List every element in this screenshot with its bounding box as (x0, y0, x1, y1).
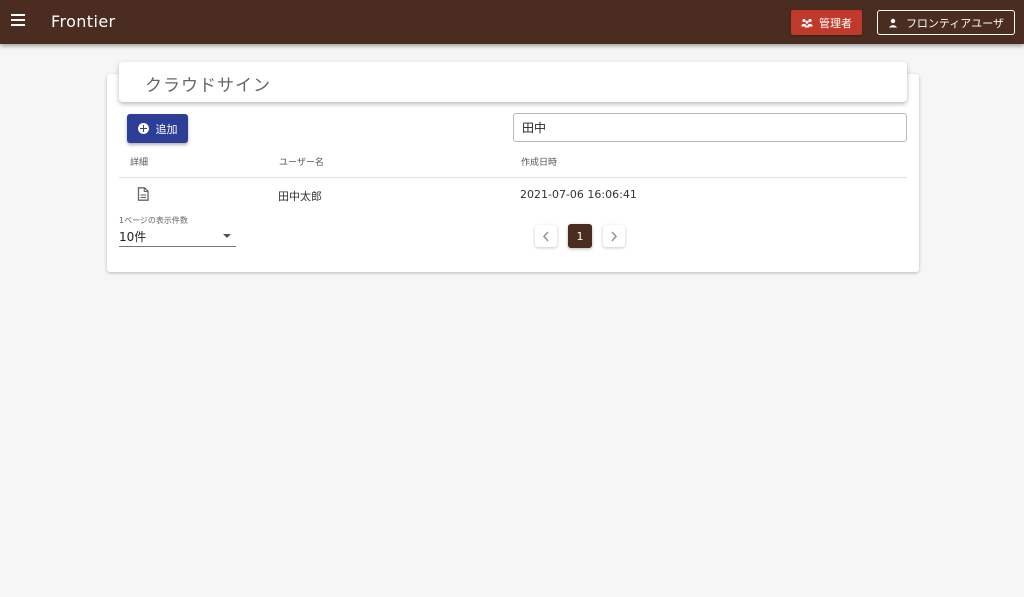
page-title: クラウドサイン (145, 76, 271, 96)
card-header: クラウドサイン (119, 62, 907, 102)
app-bar: Frontier 管理者 フロンティアユーザ (0, 0, 1024, 44)
column-header-detail: 詳細 (130, 158, 149, 168)
chevron-right-icon (611, 230, 618, 242)
column-header-username: ユーザー名 (279, 158, 324, 168)
per-page-value: 10件 (119, 230, 147, 244)
chevron-left-icon (542, 230, 549, 242)
per-page-label: 1ページの表示件数 (119, 216, 188, 225)
admin-label: 管理者 (819, 16, 852, 30)
app-title: Frontier (51, 12, 116, 31)
table-divider (119, 177, 907, 178)
admin-button[interactable]: 管理者 (791, 10, 862, 35)
document-icon[interactable] (137, 187, 149, 201)
cell-username: 田中太郎 (278, 190, 322, 203)
page-button-current[interactable]: 1 (568, 224, 592, 248)
user-button[interactable]: フロンティアユーザ (877, 10, 1015, 35)
user-label: フロンティアユーザ (905, 16, 1005, 30)
next-page-button[interactable] (603, 225, 625, 247)
search-input[interactable] (513, 113, 907, 142)
column-header-created: 作成日時 (521, 158, 558, 168)
person-icon (888, 18, 898, 27)
menu-icon[interactable] (11, 14, 27, 28)
group-icon (801, 18, 813, 27)
previous-page-button[interactable] (535, 225, 557, 247)
cell-created-at: 2021-07-06 16:06:41 (520, 188, 637, 201)
add-button[interactable]: 追加 (127, 114, 188, 143)
add-circle-icon (137, 123, 149, 134)
arrow-drop-down-icon (223, 234, 231, 238)
per-page-select[interactable]: 10件 (119, 227, 236, 247)
add-label: 追加 (155, 122, 178, 136)
